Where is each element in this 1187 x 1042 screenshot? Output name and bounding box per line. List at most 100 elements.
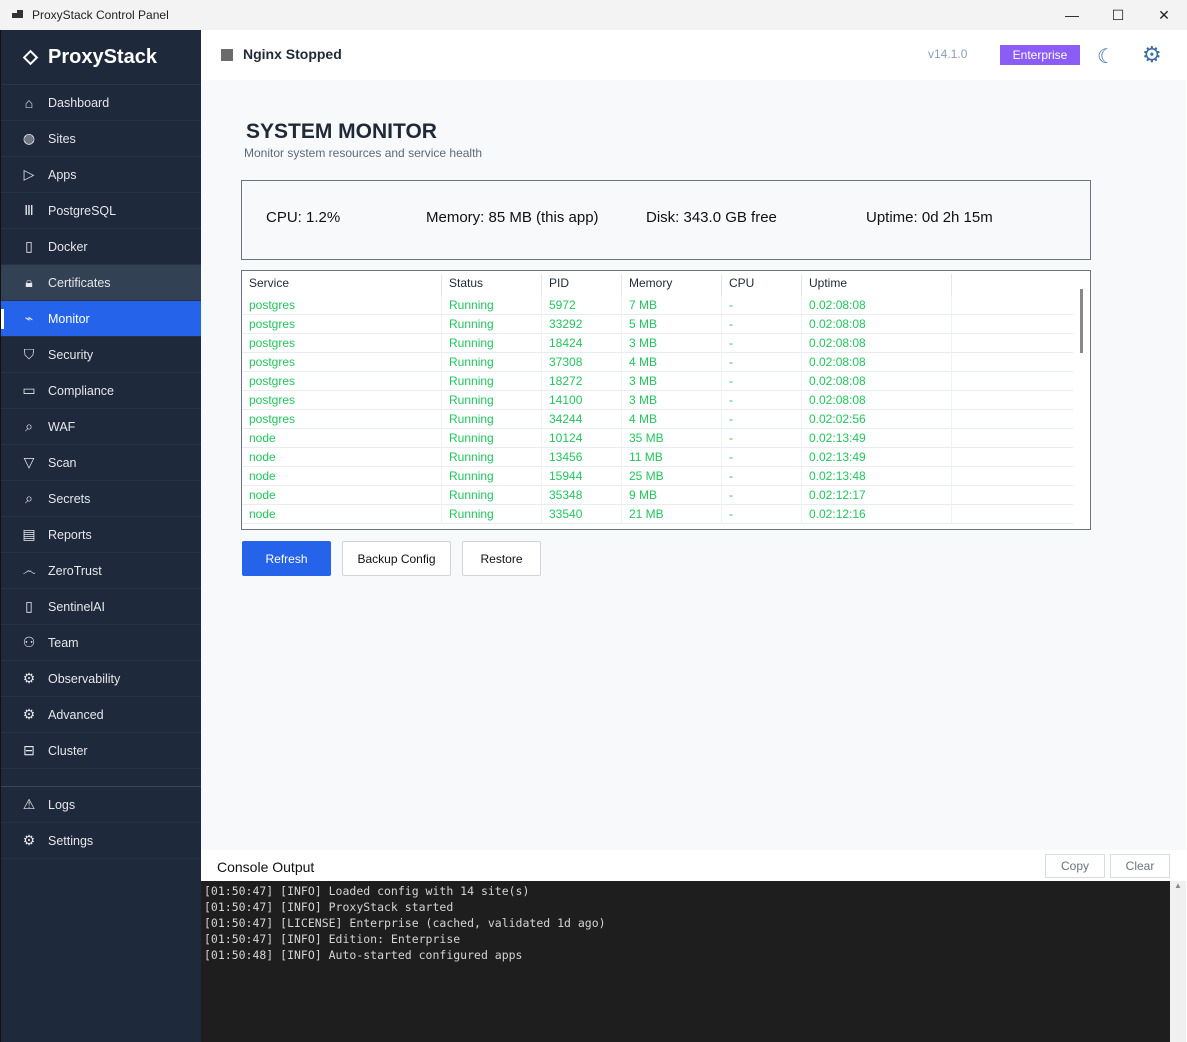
cell-status: Running: [442, 334, 542, 353]
cell-service: node: [242, 448, 442, 467]
maximize-button[interactable]: ☐: [1095, 0, 1141, 30]
cell-service: postgres: [242, 296, 442, 315]
console-output[interactable]: [01:50:47] [INFO] Loaded config with 14 …: [201, 881, 1170, 1042]
cell-uptime: 0.02:08:08: [802, 315, 952, 334]
column-header-memory[interactable]: Memory: [622, 274, 722, 296]
sidebar-item-observability[interactable]: ⚙ Observability: [1, 661, 201, 697]
version-label: v14.1.0: [928, 47, 968, 61]
sidebar-item-security[interactable]: ⛉ Security: [1, 337, 201, 373]
sidebar-item-reports[interactable]: ▤ Reports: [1, 517, 201, 553]
app-icon: [12, 10, 24, 20]
sidebar-item-postgresql[interactable]: Ⅲ PostgreSQL: [1, 193, 201, 229]
table-row[interactable]: node Running 13456 11 MB -0.02:13:49: [242, 448, 1073, 467]
cell-pid: 35348: [542, 486, 622, 505]
sidebar-item-label: Settings: [48, 833, 94, 848]
report-icon: ▤: [22, 526, 36, 542]
memory-stat: Memory: 85 MB (this app): [426, 209, 599, 226]
sidebar-item-sentinelai[interactable]: ▯ SentinelAI: [1, 589, 201, 625]
cell-uptime: 0.02:08:08: [802, 372, 952, 391]
sidebar-item-label: Logs: [48, 797, 76, 812]
sidebar-item-advanced[interactable]: ⚙ Advanced: [1, 697, 201, 733]
cell-status: Running: [442, 372, 542, 391]
sidebar-item-label: Apps: [48, 167, 77, 182]
home-icon: ⌂: [24, 94, 34, 111]
cell-service: node: [242, 429, 442, 448]
table-row[interactable]: postgres Running 18424 3 MB -0.02:08:08: [242, 334, 1073, 353]
console-header: Console Output Copy Clear: [201, 850, 1186, 881]
table-row[interactable]: node Running 10124 35 MB -0.02:13:49: [242, 429, 1073, 448]
column-header-status[interactable]: Status: [442, 274, 542, 296]
gears-icon: ⚙: [22, 670, 36, 686]
cell-memory: 11 MB: [622, 448, 722, 467]
cell-cpu: -: [722, 467, 802, 486]
console-title: Console Output: [217, 859, 315, 875]
sidebar-item-docker[interactable]: ▯ Docker: [1, 229, 201, 265]
sidebar-item-scan[interactable]: ▽ Scan: [1, 445, 201, 481]
settings-gear-icon[interactable]: ⚙: [1142, 42, 1162, 68]
table-row[interactable]: postgres Running 18272 3 MB -0.02:08:08: [242, 372, 1073, 391]
cell-uptime: 0.02:08:08: [802, 391, 952, 410]
table-row[interactable]: postgres Running 14100 3 MB -0.02:08:08: [242, 391, 1073, 410]
sidebar-item-compliance[interactable]: ▭ Compliance: [1, 373, 201, 409]
sidebar-item-dashboard[interactable]: ⌂ Dashboard: [1, 85, 201, 121]
cell-status: Running: [442, 486, 542, 505]
cell-status: Running: [442, 391, 542, 410]
scroll-up-icon[interactable]: ▲: [1174, 881, 1182, 890]
cell-pid: 10124: [542, 429, 622, 448]
cell-status: Running: [442, 505, 542, 524]
table-row[interactable]: node Running 35348 9 MB -0.02:12:17: [242, 486, 1073, 505]
cell-service: node: [242, 486, 442, 505]
title-bar: ProxyStack Control Panel — ☐ ✕: [0, 0, 1187, 30]
close-button[interactable]: ✕: [1141, 0, 1187, 30]
table-row[interactable]: node Running 15944 25 MB -0.02:13:48: [242, 467, 1073, 486]
column-header-service[interactable]: Service: [242, 274, 442, 296]
edition-badge: Enterprise: [1000, 45, 1080, 65]
sidebar-item-cluster[interactable]: ⊟ Cluster: [1, 733, 201, 769]
refresh-button[interactable]: Refresh: [242, 541, 331, 576]
sidebar-item-logs[interactable]: ⚠ Logs: [1, 787, 201, 823]
backup-config-button[interactable]: Backup Config: [342, 541, 451, 576]
console-line: [01:50:47] [INFO] ProxyStack started: [204, 900, 454, 914]
cell-cpu: -: [722, 372, 802, 391]
process-table[interactable]: Service Status PID Memory CPU Uptime postgres R…: [241, 270, 1091, 530]
sidebar-item-apps[interactable]: ▷ Apps: [1, 157, 201, 193]
uptime-stat: Uptime: 0d 2h 15m: [866, 209, 993, 226]
cell-status: Running: [442, 429, 542, 448]
sidebar-item-waf[interactable]: ⌕ WAF: [1, 409, 201, 445]
laptop-icon: ▭: [22, 382, 36, 398]
sidebar-item-sites[interactable]: ◍ Sites: [1, 121, 201, 157]
cell-cpu: -: [722, 448, 802, 467]
clear-button[interactable]: Clear: [1110, 854, 1170, 878]
table-row[interactable]: node Running 33540 21 MB -0.02:12:16: [242, 505, 1073, 524]
table-scrollbar[interactable]: [1080, 289, 1083, 353]
sidebar-item-monitor[interactable]: ⌁ Monitor: [1, 301, 201, 337]
copy-button[interactable]: Copy: [1045, 854, 1105, 878]
minimize-button[interactable]: —: [1049, 0, 1095, 30]
sidebar-item-team[interactable]: ⚇ Team: [1, 625, 201, 661]
cell-pid: 33540: [542, 505, 622, 524]
theme-toggle-moon-icon[interactable]: ☾: [1097, 44, 1115, 69]
restore-button[interactable]: Restore: [462, 541, 541, 576]
console-scrollbar[interactable]: ▲: [1170, 881, 1186, 1042]
table-row[interactable]: postgres Running 34244 4 MB -0.02:02:56: [242, 410, 1073, 429]
table-row[interactable]: postgres Running 33292 5 MB -0.02:08:08: [242, 315, 1073, 334]
sidebar-item-label: SentinelAI: [48, 599, 105, 614]
column-header-pid[interactable]: PID: [542, 274, 622, 296]
cell-pid: 13456: [542, 448, 622, 467]
sidebar-item-zerotrust[interactable]: ෴ ZeroTrust: [1, 553, 201, 589]
column-header-uptime[interactable]: Uptime: [802, 274, 952, 296]
table-row[interactable]: postgres Running 5972 7 MB -0.02:08:08: [242, 296, 1073, 315]
table-row[interactable]: postgres Running 37308 4 MB -0.02:08:08: [242, 353, 1073, 372]
sidebar-item-settings[interactable]: ⚙ Settings: [1, 823, 201, 859]
sidebar-item-secrets[interactable]: ⌕ Secrets: [1, 481, 201, 517]
globe-icon: ◍: [22, 130, 36, 146]
cell-uptime: 0.02:12:16: [802, 505, 952, 524]
diamond-logo-icon: [22, 49, 39, 65]
gear-icon: ⚙: [22, 832, 36, 848]
column-header-cpu[interactable]: CPU: [722, 274, 802, 296]
cell-status: Running: [442, 410, 542, 429]
library-icon: Ⅲ: [24, 202, 34, 218]
sidebar-item-label: Team: [48, 635, 79, 650]
sidebar-item-certificates[interactable]: 🔒︎ Certificates: [1, 265, 201, 301]
cell-uptime: 0.02:12:17: [802, 486, 952, 505]
